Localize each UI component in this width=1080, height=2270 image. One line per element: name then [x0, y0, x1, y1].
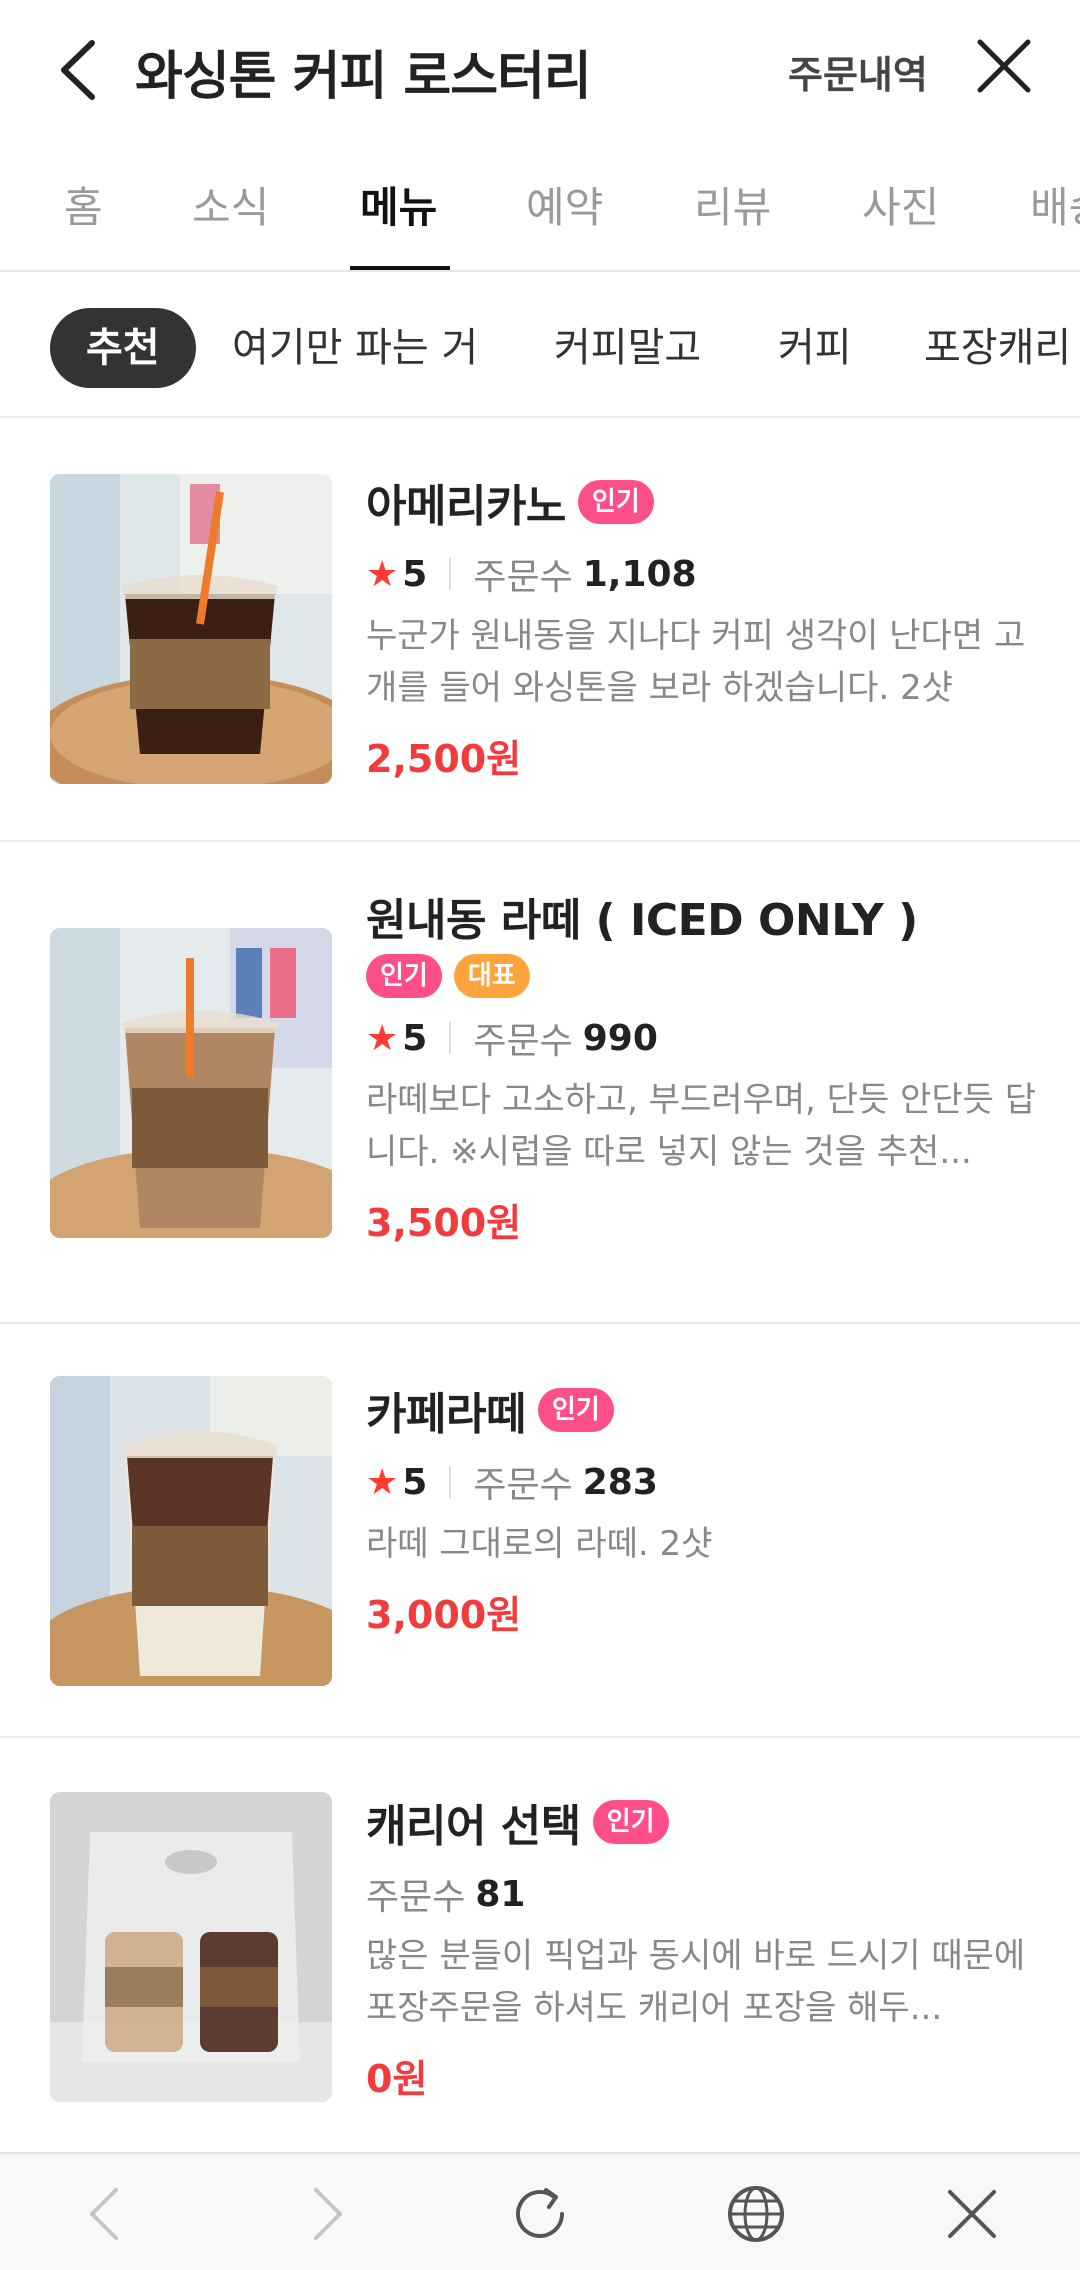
star-icon: ★: [366, 1461, 399, 1503]
menu-item[interactable]: 캐리어 선택 인기 주문수 81 많은 분들이 픽업과 동시에 바로 드시기 때…: [0, 1738, 1080, 2152]
menu-item[interactable]: 카페라떼 인기 ★ 5 주문수 283 라떼 그대로의 라떼. 2샷 3,000…: [0, 1324, 1080, 1738]
browser-toolbar: [0, 2152, 1080, 2270]
order-count: 1,108: [582, 553, 697, 595]
chevron-left-icon: [61, 40, 95, 100]
menu-category-chips: 추천 여기만 파는 거 커피말고 커피 포장캐리: [0, 272, 1080, 418]
menu-item[interactable]: 원내동 라떼 ( ICED ONLY ) 인기 대표 ★ 5 주문수 990 라…: [0, 842, 1080, 1324]
menu-item-photo: [50, 928, 332, 1238]
signature-badge: 대표: [453, 954, 530, 998]
menu-item-name: 카페라떼: [366, 1389, 526, 1440]
menu-item-info: 아메리카노 인기 ★ 5 주문수 1,108 누군가 원내동을 지나다 커피 생…: [366, 470, 1040, 783]
divider: [449, 1466, 452, 1498]
menu-item-meta: ★ 5 주문수 283: [366, 1456, 1040, 1508]
order-count: 283: [582, 1461, 658, 1503]
menu-item-name: 원내동 라떼 ( ICED ONLY ): [366, 895, 918, 946]
order-count-label: 주문수: [366, 1877, 466, 1918]
tab-photos[interactable]: 사진: [862, 174, 939, 235]
menu-item-price: 0원: [366, 2057, 428, 2101]
menu-item-photo: [50, 474, 332, 784]
menu-item-photo: [50, 1792, 332, 2102]
chevron-left-icon: [90, 2188, 118, 2240]
rating-value: 5: [402, 553, 428, 595]
chevron-right-icon: [314, 2188, 342, 2240]
rating-value: 5: [402, 1017, 428, 1059]
back-button[interactable]: [50, 35, 110, 105]
menu-item-info: 카페라떼 인기 ★ 5 주문수 283 라떼 그대로의 라떼. 2샷 3,000…: [366, 1378, 1040, 1639]
divider: [449, 1022, 452, 1054]
menu-item-description: 라떼보다 고소하고, 부드러우며, 단듯 안단듯 답니다. ※시럽을 따로 넣지…: [366, 1080, 1036, 1172]
star-icon: ★: [366, 553, 399, 595]
menu-item-info: 캐리어 선택 인기 주문수 81 많은 분들이 픽업과 동시에 바로 드시기 때…: [366, 1790, 1040, 2103]
close-icon: [977, 39, 1031, 93]
menu-item-description: 라떼 그대로의 라떼. 2샷: [366, 1524, 713, 1564]
globe-icon: [728, 2186, 784, 2242]
tab-delivery[interactable]: 배송: [1030, 174, 1080, 235]
app-header: 와싱톤 커피 로스터리 주문내역: [0, 0, 1080, 138]
refresh-button[interactable]: [502, 2176, 578, 2252]
chip-coffee[interactable]: 커피: [778, 308, 852, 388]
menu-item-description: 누군가 원내동을 지나다 커피 생각이 난다면 고개를 들어 와싱톤을 보라 하…: [366, 616, 1026, 708]
order-count-label: 주문수: [473, 557, 573, 598]
tab-reservation[interactable]: 예약: [526, 174, 603, 235]
menu-item-meta: ★ 5 주문수 1,108: [366, 548, 1040, 600]
tab-menu[interactable]: 메뉴: [360, 174, 437, 235]
divider: [449, 558, 452, 590]
rating-value: 5: [402, 1461, 428, 1503]
browser-close-button[interactable]: [934, 2176, 1010, 2252]
menu-item-info: 원내동 라떼 ( ICED ONLY ) 인기 대표 ★ 5 주문수 990 라…: [366, 884, 1040, 1247]
refresh-icon: [516, 2188, 564, 2238]
chip-non-coffee[interactable]: 커피말고: [554, 308, 701, 388]
store-tabs: 홈 소식 메뉴 예약 리뷰 사진 배송: [0, 138, 1080, 272]
tab-home[interactable]: 홈: [64, 174, 103, 235]
browser-back-button[interactable]: [66, 2176, 142, 2252]
globe-button[interactable]: [718, 2176, 794, 2252]
page-title: 와싱톤 커피 로스터리: [135, 47, 592, 107]
order-count: 81: [475, 1873, 526, 1915]
menu-item-name: 캐리어 선택: [366, 1801, 581, 1852]
close-button[interactable]: [972, 34, 1036, 98]
menu-item-meta: 주문수 81: [366, 1868, 1040, 1920]
order-count: 990: [582, 1017, 658, 1059]
popular-badge: 인기: [577, 480, 654, 524]
menu-item[interactable]: 아메리카노 인기 ★ 5 주문수 1,108 누군가 원내동을 지나다 커피 생…: [0, 418, 1080, 842]
close-icon: [948, 2190, 996, 2238]
chip-recommended[interactable]: 추천: [50, 308, 196, 388]
star-icon: ★: [366, 1017, 399, 1059]
tab-reviews[interactable]: 리뷰: [694, 174, 771, 235]
chip-exclusive[interactable]: 여기만 파는 거: [232, 308, 478, 388]
menu-item-photo: [50, 1376, 332, 1686]
menu-item-price: 3,500원: [366, 1201, 522, 1245]
menu-item-meta: ★ 5 주문수 990: [366, 1012, 1040, 1064]
menu-item-price: 2,500원: [366, 737, 522, 781]
order-count-label: 주문수: [473, 1021, 573, 1062]
menu-item-name: 아메리카노: [366, 481, 566, 532]
menu-item-price: 3,000원: [366, 1593, 522, 1637]
popular-badge: 인기: [592, 1800, 669, 1844]
order-history-link[interactable]: 주문내역: [788, 44, 928, 99]
menu-item-description: 많은 분들이 픽업과 동시에 바로 드시기 때문에 포장주문을 하셔도 캐리어 …: [366, 1936, 1026, 2028]
popular-badge: 인기: [537, 1388, 614, 1432]
tab-news[interactable]: 소식: [192, 174, 269, 235]
browser-forward-button[interactable]: [290, 2176, 366, 2252]
chip-takeout-carrier[interactable]: 포장캐리: [924, 308, 1071, 388]
order-count-label: 주문수: [473, 1465, 573, 1506]
popular-badge: 인기: [366, 954, 442, 998]
